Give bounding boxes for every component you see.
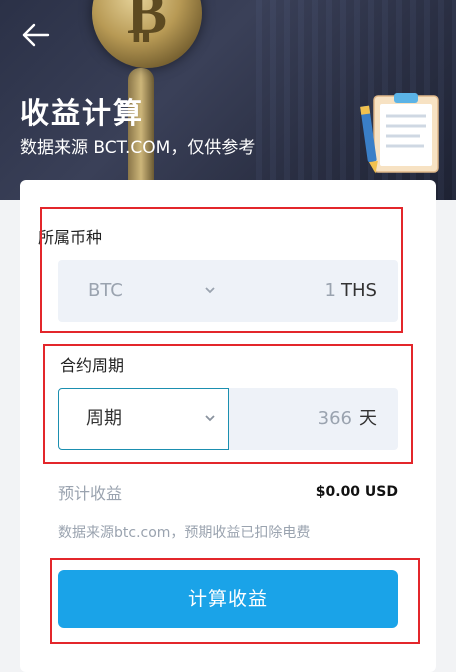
chevron-down-icon [205,415,215,422]
page-title: 收益计算 [20,96,145,130]
coin-hashrate-row: BTC 1 THS [58,260,398,322]
bitcoin-coin-image: ₿ [92,0,202,68]
hashrate-unit: THS [341,280,377,301]
coin-select[interactable]: BTC [58,260,228,322]
calculator-card: 所属币种 BTC 1 THS 合约周期 周期 366 天 预计收益 $0.00 … [20,180,436,672]
chevron-down-icon [205,287,215,294]
days-value: 366 [317,408,352,429]
clipboard-icon [360,93,439,174]
period-select-value: 周期 [86,408,122,429]
hashrate-input[interactable]: 1 THS [228,260,398,322]
period-select[interactable]: 周期 [58,388,229,450]
arrow-left-icon [22,23,50,47]
hashrate-value: 1 [324,280,336,301]
period-row: 周期 366 天 [58,388,398,450]
data-source-note: 数据来源btc.com，预期收益已扣除电费 [58,525,311,541]
expected-income-label: 预计收益 [58,484,123,503]
bitcoin-icon: ₿ [126,0,168,48]
header-banner: ₿ 收益计算 数据来源 BCT.COM，仅供参考 [0,0,456,200]
period-section-label: 合约周期 [60,356,125,375]
back-button[interactable] [20,20,52,50]
days-unit: 天 [359,408,377,429]
page-subtitle: 数据来源 BCT.COM，仅供参考 [20,138,256,158]
days-input[interactable]: 366 天 [229,388,398,450]
expected-income-value: $0.00 USD [315,484,398,500]
coin-section-label: 所属币种 [38,228,103,247]
calculate-button[interactable]: 计算收益 [58,570,398,628]
coin-select-value: BTC [88,280,123,301]
